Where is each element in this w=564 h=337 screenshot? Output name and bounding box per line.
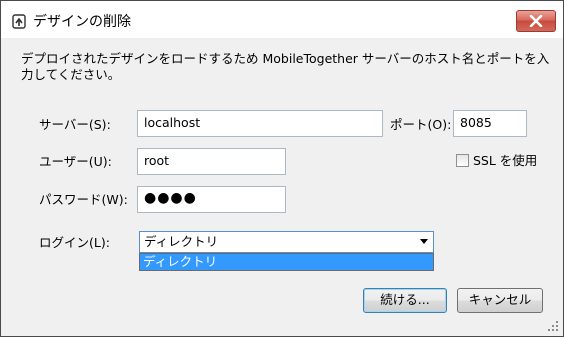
continue-button[interactable]: 続ける... <box>363 288 447 313</box>
port-label: ポート(O): <box>390 117 452 132</box>
window-title: デザインの削除 <box>33 14 131 30</box>
password-input[interactable]: ●●●● <box>137 186 286 213</box>
ssl-label[interactable]: SSL を使用 <box>473 153 537 169</box>
login-select[interactable]: ディレクトリ <box>139 231 434 253</box>
ssl-checkbox[interactable] <box>456 154 469 167</box>
dialog-window: デザインの削除 デプロイされたデザインをロードするため MobileTogeth… <box>0 0 564 337</box>
login-option[interactable]: ディレクトリ <box>140 254 433 270</box>
close-button[interactable] <box>516 10 556 32</box>
login-dropdown-list: ディレクトリ <box>139 253 434 271</box>
title-bar: デザインの削除 <box>1 1 563 38</box>
login-label: ログイン(L): <box>39 235 110 250</box>
close-x-icon <box>529 15 543 27</box>
app-icon <box>12 14 26 29</box>
login-selected-value: ディレクトリ <box>144 234 219 249</box>
server-label: サーバー(S): <box>39 117 111 132</box>
server-input[interactable]: localhost <box>137 110 383 137</box>
password-label: パスワード(W): <box>39 192 128 207</box>
cancel-button[interactable]: キャンセル <box>457 288 543 313</box>
user-label: ユーザー(U): <box>39 154 112 169</box>
user-input[interactable]: root <box>137 148 286 175</box>
chevron-down-icon <box>420 239 428 244</box>
resize-grip-icon[interactable] <box>547 320 559 332</box>
info-message: デプロイされたデザインをロードするため MobileTogether サーバーの… <box>21 51 550 82</box>
port-input[interactable]: 8085 <box>453 110 527 137</box>
dialog-content <box>9 40 557 330</box>
